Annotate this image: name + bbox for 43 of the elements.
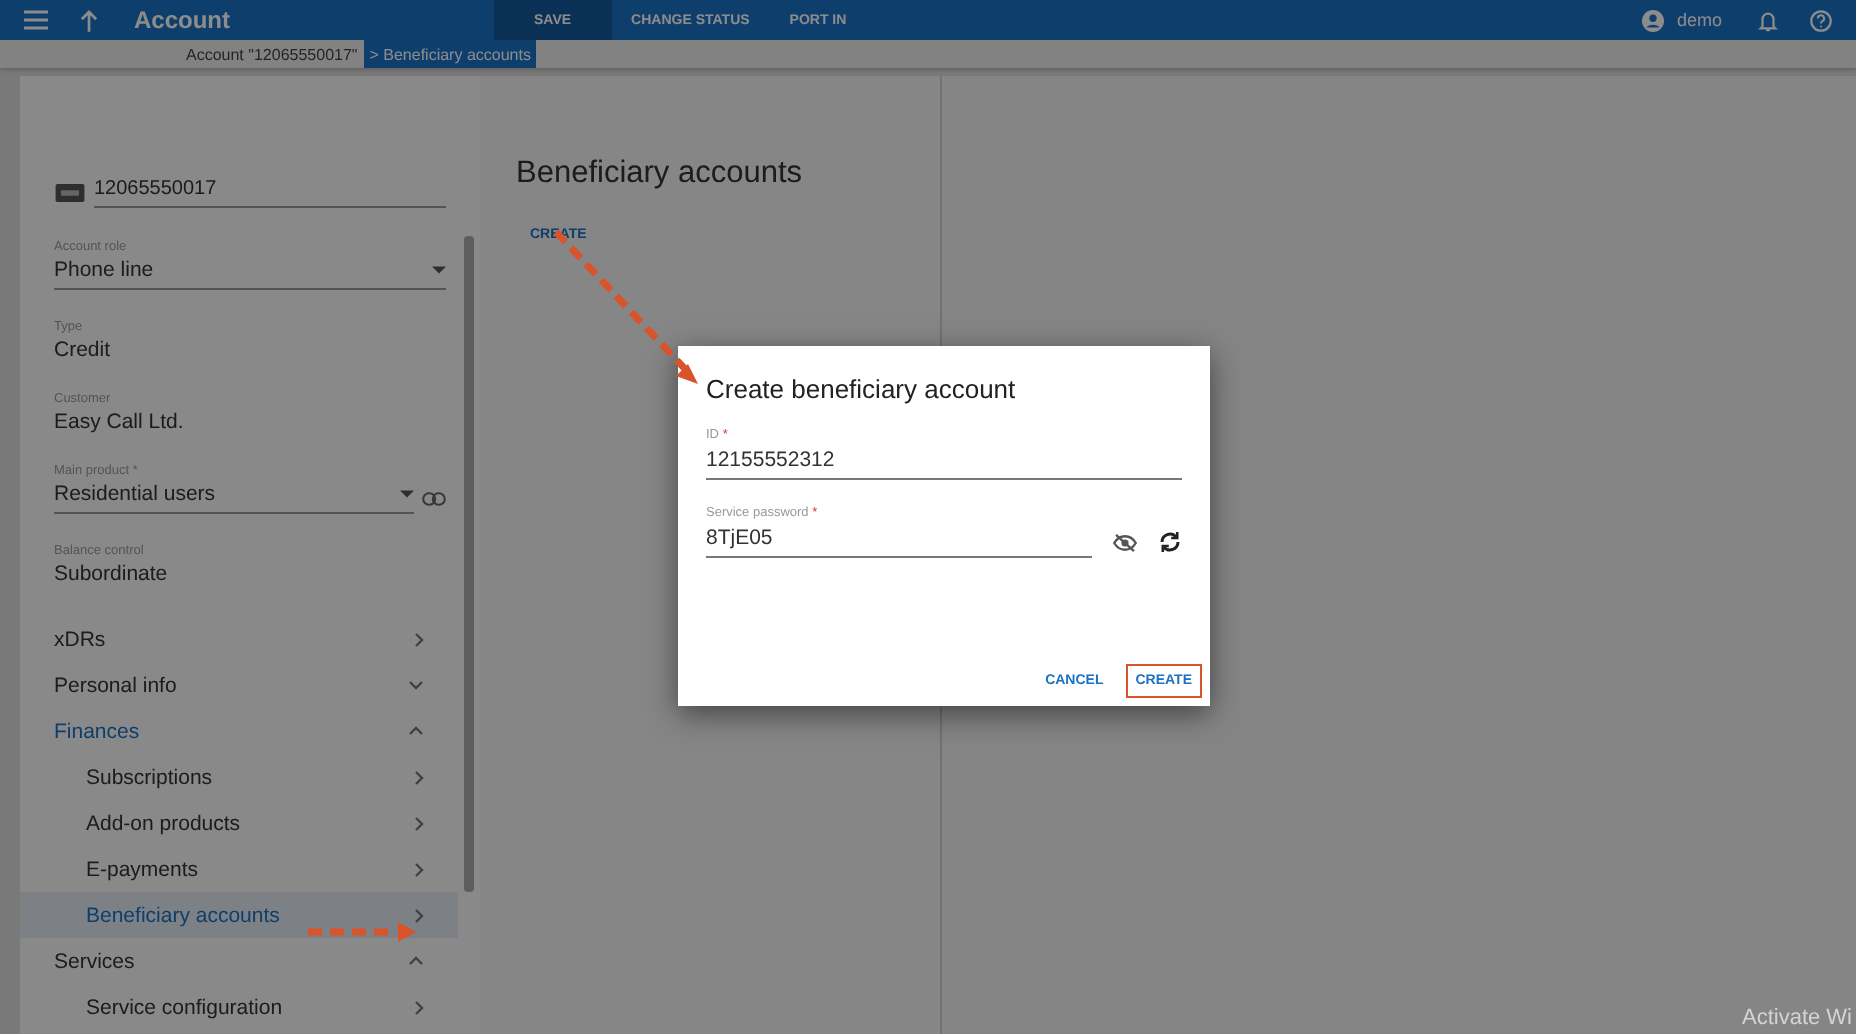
help-icon[interactable]	[1810, 9, 1832, 31]
link-icon[interactable]	[422, 491, 446, 505]
sidebar-item[interactable]: Services	[20, 938, 458, 984]
dropdown-field[interactable]: Residential users	[54, 482, 414, 514]
password-input-field[interactable]: 8TjE05	[706, 526, 1092, 558]
account-number-field[interactable]: 12065550017	[94, 178, 446, 208]
scrollbar[interactable]	[464, 236, 474, 892]
up-arrow-icon[interactable]	[80, 9, 98, 31]
caret-icon	[432, 266, 446, 274]
breadcrumb[interactable]: > Beneficiary accounts	[363, 40, 537, 68]
id-input-field[interactable]: 12155552312	[706, 448, 1182, 480]
field-value: Credit	[54, 338, 113, 362]
refresh-icon[interactable]	[1158, 530, 1182, 554]
menu-icon[interactable]	[24, 10, 48, 30]
section-title: Beneficiary accounts	[516, 156, 805, 192]
sidebar-subitem[interactable]: Beneficiary accounts	[20, 892, 458, 938]
chevron-right-icon	[414, 861, 424, 877]
chevron-right-icon	[414, 907, 424, 923]
caret-icon	[400, 490, 414, 498]
field-value: Subordinate	[54, 562, 170, 586]
sidebar-item[interactable]: Finances	[20, 708, 458, 754]
chevron-right-icon	[414, 631, 424, 647]
annotation-arrow	[308, 922, 416, 942]
user-icon[interactable]	[1642, 9, 1665, 31]
card-icon	[54, 184, 86, 202]
sidebar-subitem[interactable]: Service configuration	[20, 984, 458, 1030]
activation-notice: Activate Wi	[1741, 1006, 1852, 1030]
sidebar-subitem[interactable]: E-payments	[20, 846, 458, 892]
chevron-right-icon	[414, 815, 424, 831]
field-value: Easy Call Ltd.	[54, 410, 186, 434]
dropdown-field[interactable]: Phone line	[54, 258, 446, 290]
sidebar-subitem[interactable]: Subscriptions	[20, 754, 458, 800]
sidebar-item[interactable]: Personal info	[20, 662, 458, 708]
user-name[interactable]: demo	[1676, 10, 1722, 30]
bell-icon[interactable]	[1758, 9, 1778, 31]
sidebar-item[interactable]: xDRs	[20, 616, 458, 662]
eye-slash-icon[interactable]	[1112, 533, 1138, 551]
page-title: Account	[134, 6, 230, 34]
chevron-right-icon	[414, 999, 424, 1015]
breadcrumb[interactable]: Account "12065550017"	[180, 40, 364, 68]
sidebar-subitem[interactable]: Add-on products	[20, 800, 458, 846]
chevron-right-icon	[414, 769, 424, 785]
dialog-title: Create beneficiary account	[706, 374, 1018, 404]
